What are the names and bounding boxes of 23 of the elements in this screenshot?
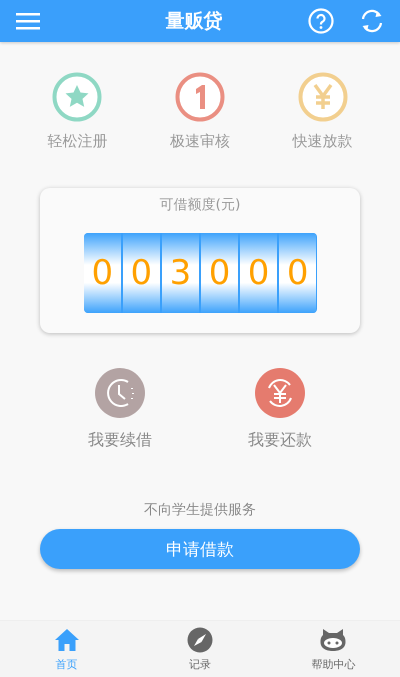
tab[interactable]: 首页 (16, 626, 117, 672)
compass-icon (186, 626, 213, 652)
amount-digit: 0 (278, 233, 316, 313)
step-label: 快速放款 (292, 132, 353, 151)
step-label: 极速审核 (170, 132, 230, 151)
app-title: 量贩贷 (164, 9, 224, 34)
amount-digit: 3 (162, 233, 200, 313)
amount-digit: 0 (240, 233, 278, 313)
amount-digit: 0 (200, 233, 238, 313)
notice-text: 不向学生提供服务 (143, 501, 257, 519)
menu-icon[interactable] (16, 12, 40, 30)
step-label: 轻松注册 (47, 132, 108, 151)
action-button[interactable]: 我要续借 (88, 368, 152, 451)
tab[interactable]: 帮助中心 (283, 626, 384, 672)
amount-digit: 0 (84, 233, 122, 313)
home-icon (54, 626, 80, 652)
amount-digit: 0 (122, 233, 160, 313)
apply-button[interactable]: 申请借款 (40, 529, 360, 569)
action-button[interactable]: 我要还款 (248, 368, 312, 451)
cat-icon (320, 626, 346, 652)
tab[interactable]: 记录 (150, 626, 250, 672)
help-icon[interactable] (308, 8, 334, 34)
credit-title: 可借额度(元) (160, 196, 240, 214)
